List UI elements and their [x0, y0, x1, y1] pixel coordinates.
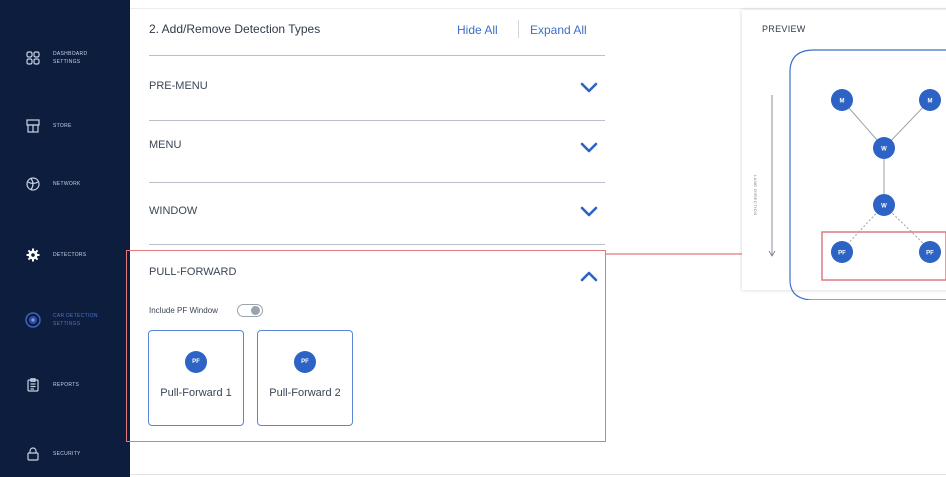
node-label: W — [881, 204, 887, 210]
node-label: PF — [926, 251, 934, 257]
lane-direction-label: LANE DIRECTION — [753, 175, 758, 216]
node-label: M — [928, 99, 933, 105]
node-label: W — [881, 147, 887, 153]
preview-node-pf1: PF — [831, 241, 853, 263]
node-label: M — [840, 99, 845, 105]
preview-node-w1: W — [873, 137, 895, 159]
preview-diagram: M M W W PF PF — [768, 49, 946, 300]
preview-node-m2: M — [919, 89, 941, 111]
preview-node-m1: M — [831, 89, 853, 111]
preview-node-pf2: PF — [919, 241, 941, 263]
node-label: PF — [838, 251, 846, 257]
preview-node-w2: W — [873, 194, 895, 216]
